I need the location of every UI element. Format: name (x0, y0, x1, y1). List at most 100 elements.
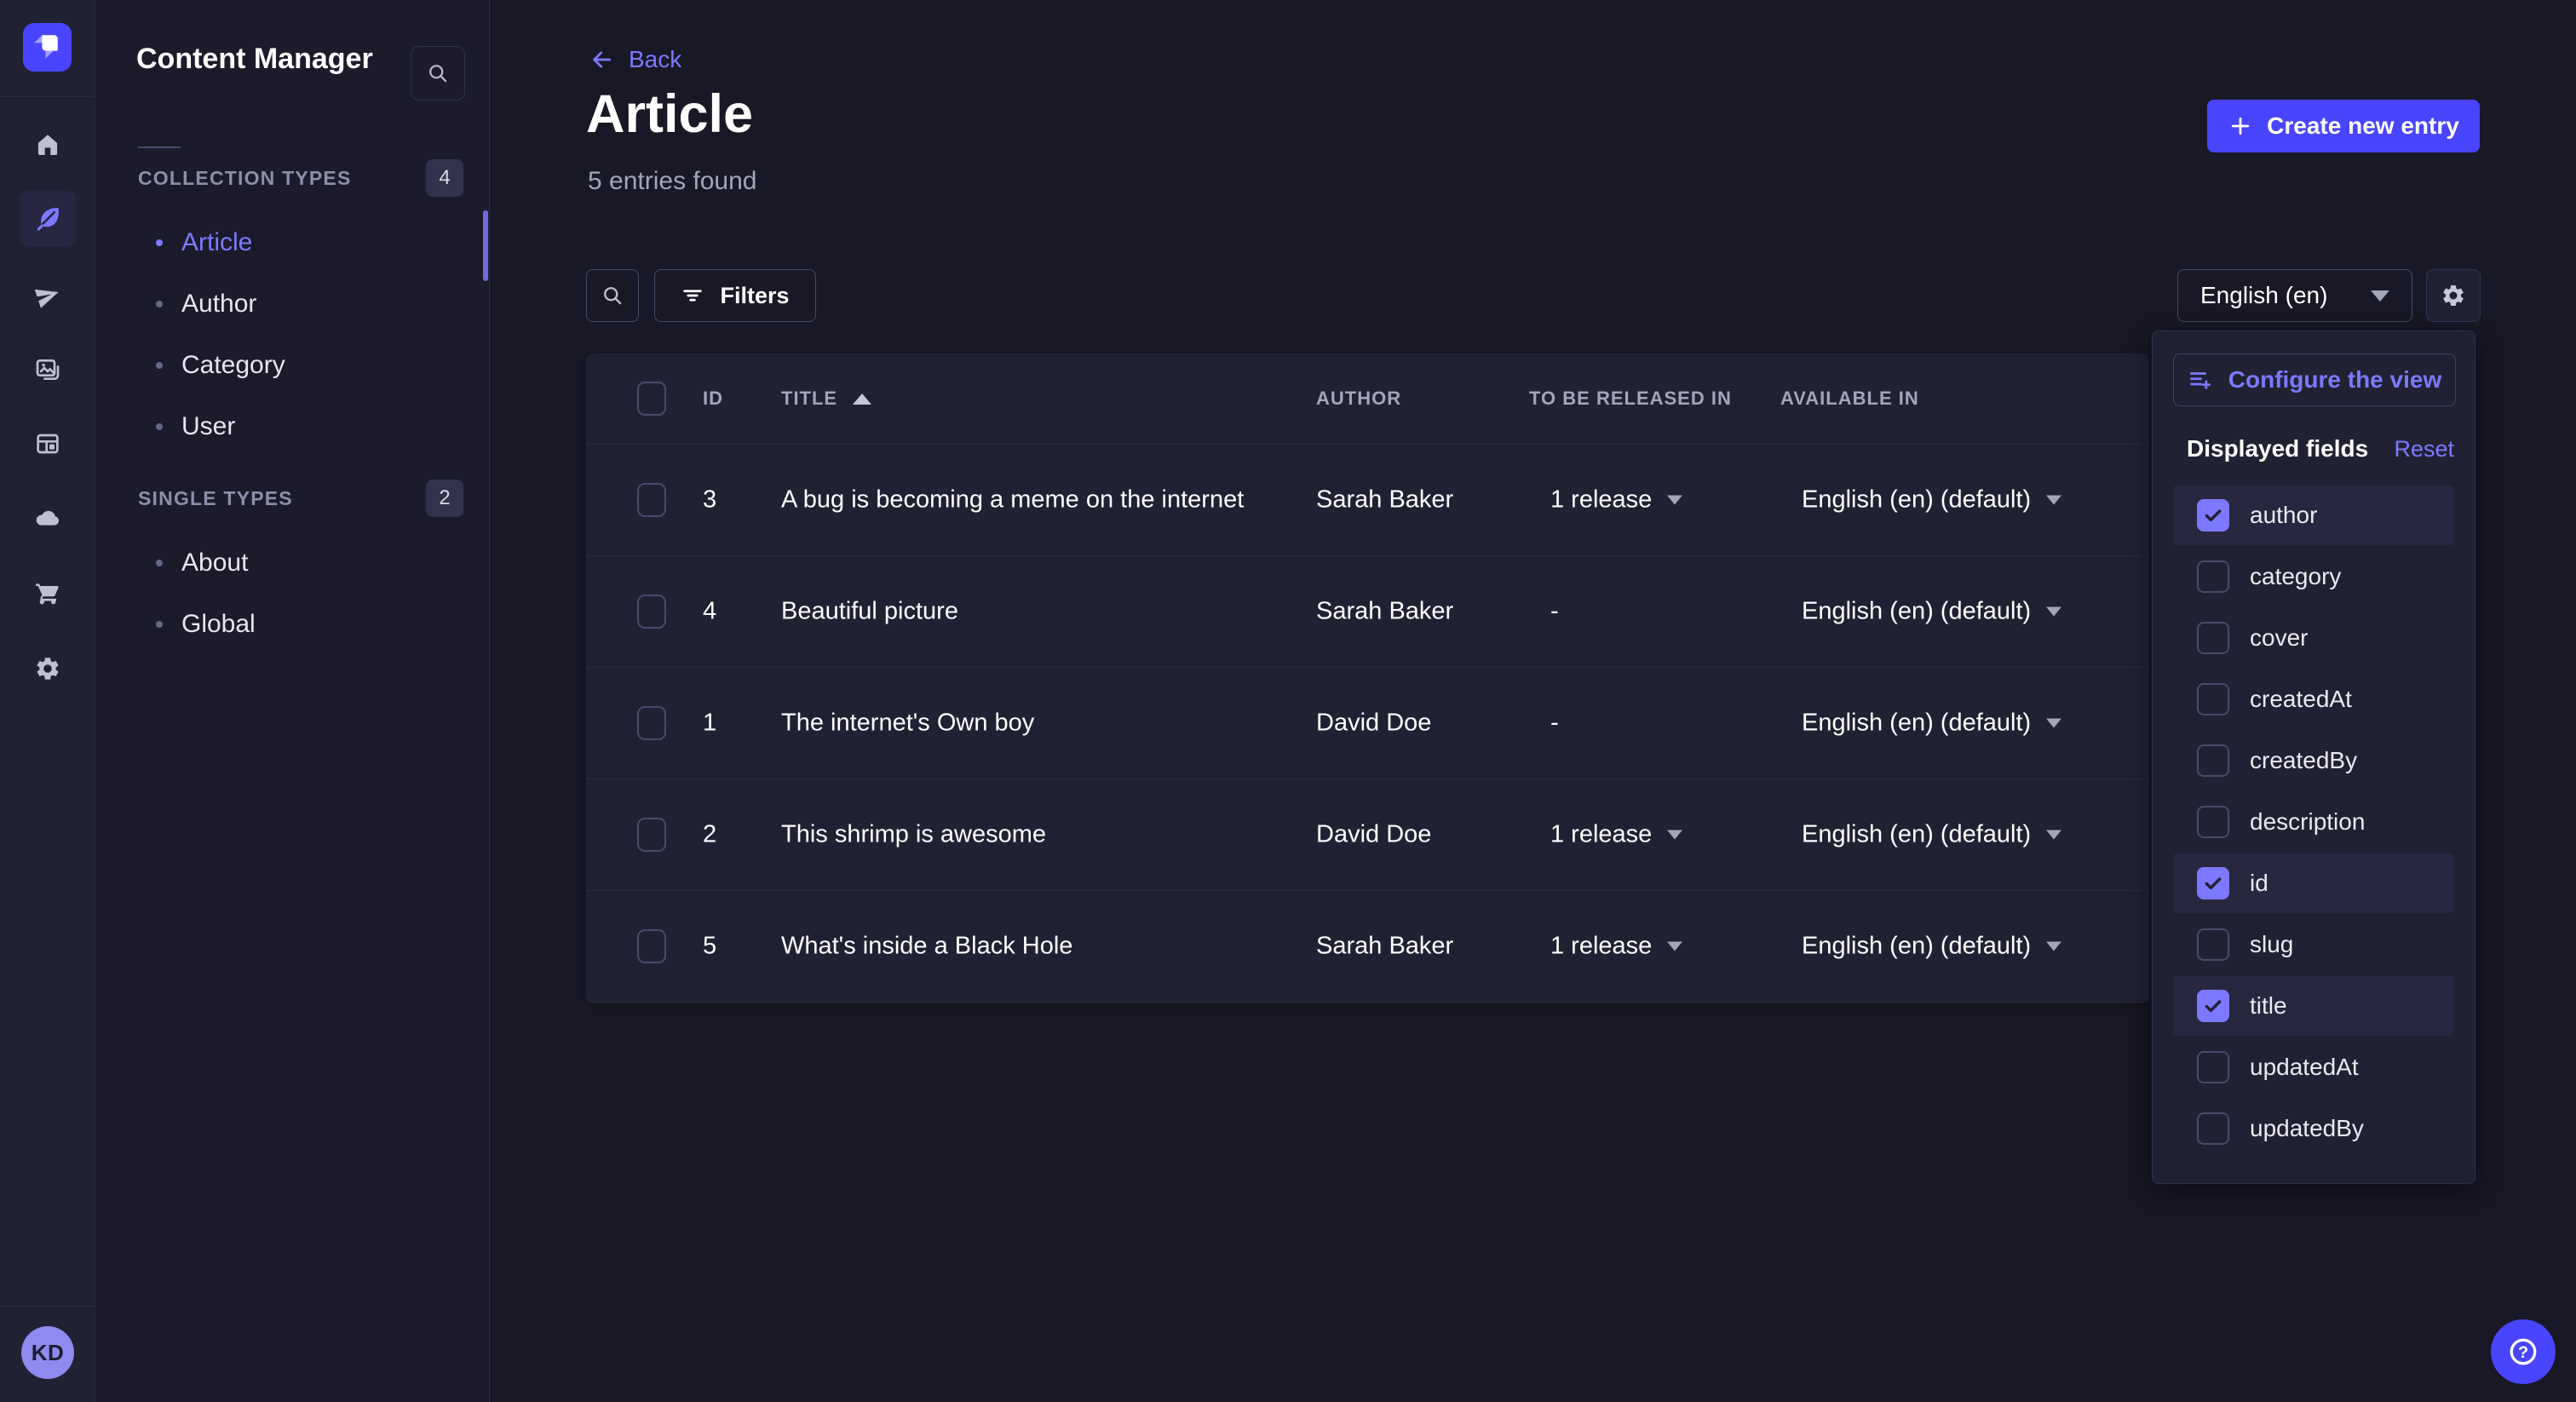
checkbox-checked[interactable] (2197, 990, 2229, 1022)
field-toggle-author[interactable]: author (2173, 486, 2454, 545)
subnav-item-category[interactable]: Category (96, 335, 489, 396)
subnav-item-about[interactable]: About (96, 532, 489, 594)
content-manager-subnav: Content Manager COLLECTION TYPES4Article… (96, 0, 490, 1402)
checkbox-unchecked[interactable] (2197, 622, 2229, 654)
checkbox-unchecked[interactable] (2197, 1051, 2229, 1083)
user-avatar[interactable]: KD (21, 1326, 74, 1379)
column-header-author[interactable]: AUTHOR (1316, 388, 1401, 410)
subnav-search-button[interactable] (411, 46, 465, 101)
filters-button[interactable]: Filters (654, 269, 816, 322)
media-library-icon[interactable] (24, 346, 72, 394)
cell-author: Sarah Baker (1316, 933, 1453, 961)
paper-plane-icon[interactable] (24, 272, 72, 319)
gear-icon (2441, 283, 2466, 308)
row-checkbox[interactable] (637, 483, 666, 517)
checkbox-unchecked[interactable] (2197, 744, 2229, 777)
cell-to-be-released-in[interactable]: 1 release (1550, 821, 1682, 849)
subnav-item-label: Global (181, 610, 256, 639)
field-toggle-updatedAt[interactable]: updatedAt (2173, 1037, 2454, 1097)
column-header-released[interactable]: TO BE RELEASED IN (1529, 388, 1732, 410)
home-icon[interactable] (24, 121, 72, 169)
strapi-logo[interactable] (23, 23, 72, 72)
checkbox-unchecked[interactable] (2197, 560, 2229, 593)
chevron-down-icon (1667, 942, 1682, 951)
table-row[interactable]: 1The internet's Own boyDavid Doe-English… (586, 667, 2149, 779)
subnav-item-article[interactable]: Article (96, 212, 489, 273)
cell-to-be-released-in[interactable]: 1 release (1550, 933, 1682, 961)
table-row[interactable]: 3A bug is becoming a meme on the interne… (586, 444, 2149, 555)
subnav-sections: COLLECTION TYPES4 ArticleAuthorCategoryUs… (96, 159, 489, 655)
chevron-down-icon (2046, 942, 2061, 951)
view-settings-popover: Configure the view Displayed fields Rese… (2152, 330, 2475, 1184)
column-header-id[interactable]: ID (703, 388, 723, 410)
create-new-entry-button[interactable]: Create new entry (2207, 100, 2480, 152)
checkbox-unchecked[interactable] (2197, 1112, 2229, 1145)
cell-to-be-released-in[interactable]: 1 release (1550, 486, 1682, 514)
configure-view-button[interactable]: Configure the view (2173, 353, 2456, 406)
cell-available-in[interactable]: English (en) (default) (1802, 933, 2061, 961)
field-toggle-category[interactable]: category (2173, 547, 2454, 606)
locale-value: English (en) (default) (1802, 933, 2031, 961)
checkbox-checked[interactable] (2197, 867, 2229, 899)
locale-select[interactable]: English (en) (2177, 269, 2412, 322)
cloud-deploy-icon[interactable] (24, 494, 72, 542)
content-manager-feather-icon[interactable] (20, 191, 76, 247)
cell-available-in[interactable]: English (en) (default) (1802, 821, 2061, 849)
reset-link[interactable]: Reset (2394, 436, 2454, 463)
table-row[interactable]: 5What's inside a Black HoleSarah Baker1 … (586, 890, 2149, 1002)
select-all-checkbox[interactable] (637, 382, 666, 416)
field-toggle-createdAt[interactable]: createdAt (2173, 669, 2454, 729)
bullet-icon (156, 301, 163, 307)
chevron-down-icon (2046, 830, 2061, 840)
sort-ascending-icon (853, 394, 871, 405)
field-toggle-cover[interactable]: cover (2173, 608, 2454, 668)
chevron-down-icon (2046, 607, 2061, 617)
cell-available-in[interactable]: English (en) (default) (1802, 486, 2061, 514)
field-toggle-title[interactable]: title (2173, 976, 2454, 1036)
cell-author: David Doe (1316, 821, 1431, 849)
checkbox-checked[interactable] (2197, 499, 2229, 531)
release-value: 1 release (1550, 933, 1652, 961)
rail-divider-bottom (0, 1306, 95, 1307)
field-toggle-id[interactable]: id (2173, 853, 2454, 913)
marketplace-cart-icon[interactable] (24, 569, 72, 617)
checkbox-unchecked[interactable] (2197, 928, 2229, 961)
field-toggle-createdBy[interactable]: createdBy (2173, 731, 2454, 790)
cell-available-in[interactable]: English (en) (default) (1802, 710, 2061, 738)
subnav-item-user[interactable]: User (96, 396, 489, 457)
chevron-down-icon (2046, 719, 2061, 728)
table-search-button[interactable] (586, 269, 639, 322)
subnav-item-global[interactable]: Global (96, 594, 489, 655)
field-toggle-updatedBy[interactable]: updatedBy (2173, 1099, 2454, 1158)
chevron-down-icon (1667, 496, 1682, 505)
column-header-available[interactable]: AVAILABLE IN (1780, 388, 1919, 410)
field-toggle-slug[interactable]: slug (2173, 915, 2454, 974)
help-button[interactable]: ? (2491, 1319, 2556, 1384)
row-checkbox[interactable] (637, 595, 666, 629)
rail-divider-top (0, 96, 95, 97)
row-checkbox[interactable] (637, 818, 666, 852)
checkbox-unchecked[interactable] (2197, 683, 2229, 715)
row-checkbox-cell (637, 706, 666, 740)
subnav-section-header: COLLECTION TYPES4 (138, 159, 463, 197)
content-type-builder-icon[interactable] (24, 420, 72, 468)
settings-gear-icon[interactable] (24, 645, 72, 692)
table-row[interactable]: 4Beautiful pictureSarah Baker-English (e… (586, 555, 2149, 667)
subnav-item-author[interactable]: Author (96, 273, 489, 335)
field-toggle-description[interactable]: description (2173, 792, 2454, 852)
row-checkbox[interactable] (637, 706, 666, 740)
subnav-divider (138, 147, 181, 148)
checkbox-unchecked[interactable] (2197, 806, 2229, 838)
back-link[interactable]: Back (589, 44, 681, 75)
row-checkbox[interactable] (637, 929, 666, 963)
table-row[interactable]: 2This shrimp is awesomeDavid Doe1 releas… (586, 779, 2149, 890)
field-label: id (2250, 870, 2268, 897)
cell-available-in[interactable]: English (en) (default) (1802, 598, 2061, 626)
view-settings-button[interactable] (2426, 269, 2481, 322)
bullet-icon (156, 423, 163, 430)
field-label: slug (2250, 931, 2293, 958)
column-header-title[interactable]: TITLE (781, 388, 871, 410)
subnav-scrollbar[interactable] (483, 210, 488, 281)
cell-author: Sarah Baker (1316, 486, 1453, 514)
field-label: updatedBy (2250, 1115, 2364, 1142)
